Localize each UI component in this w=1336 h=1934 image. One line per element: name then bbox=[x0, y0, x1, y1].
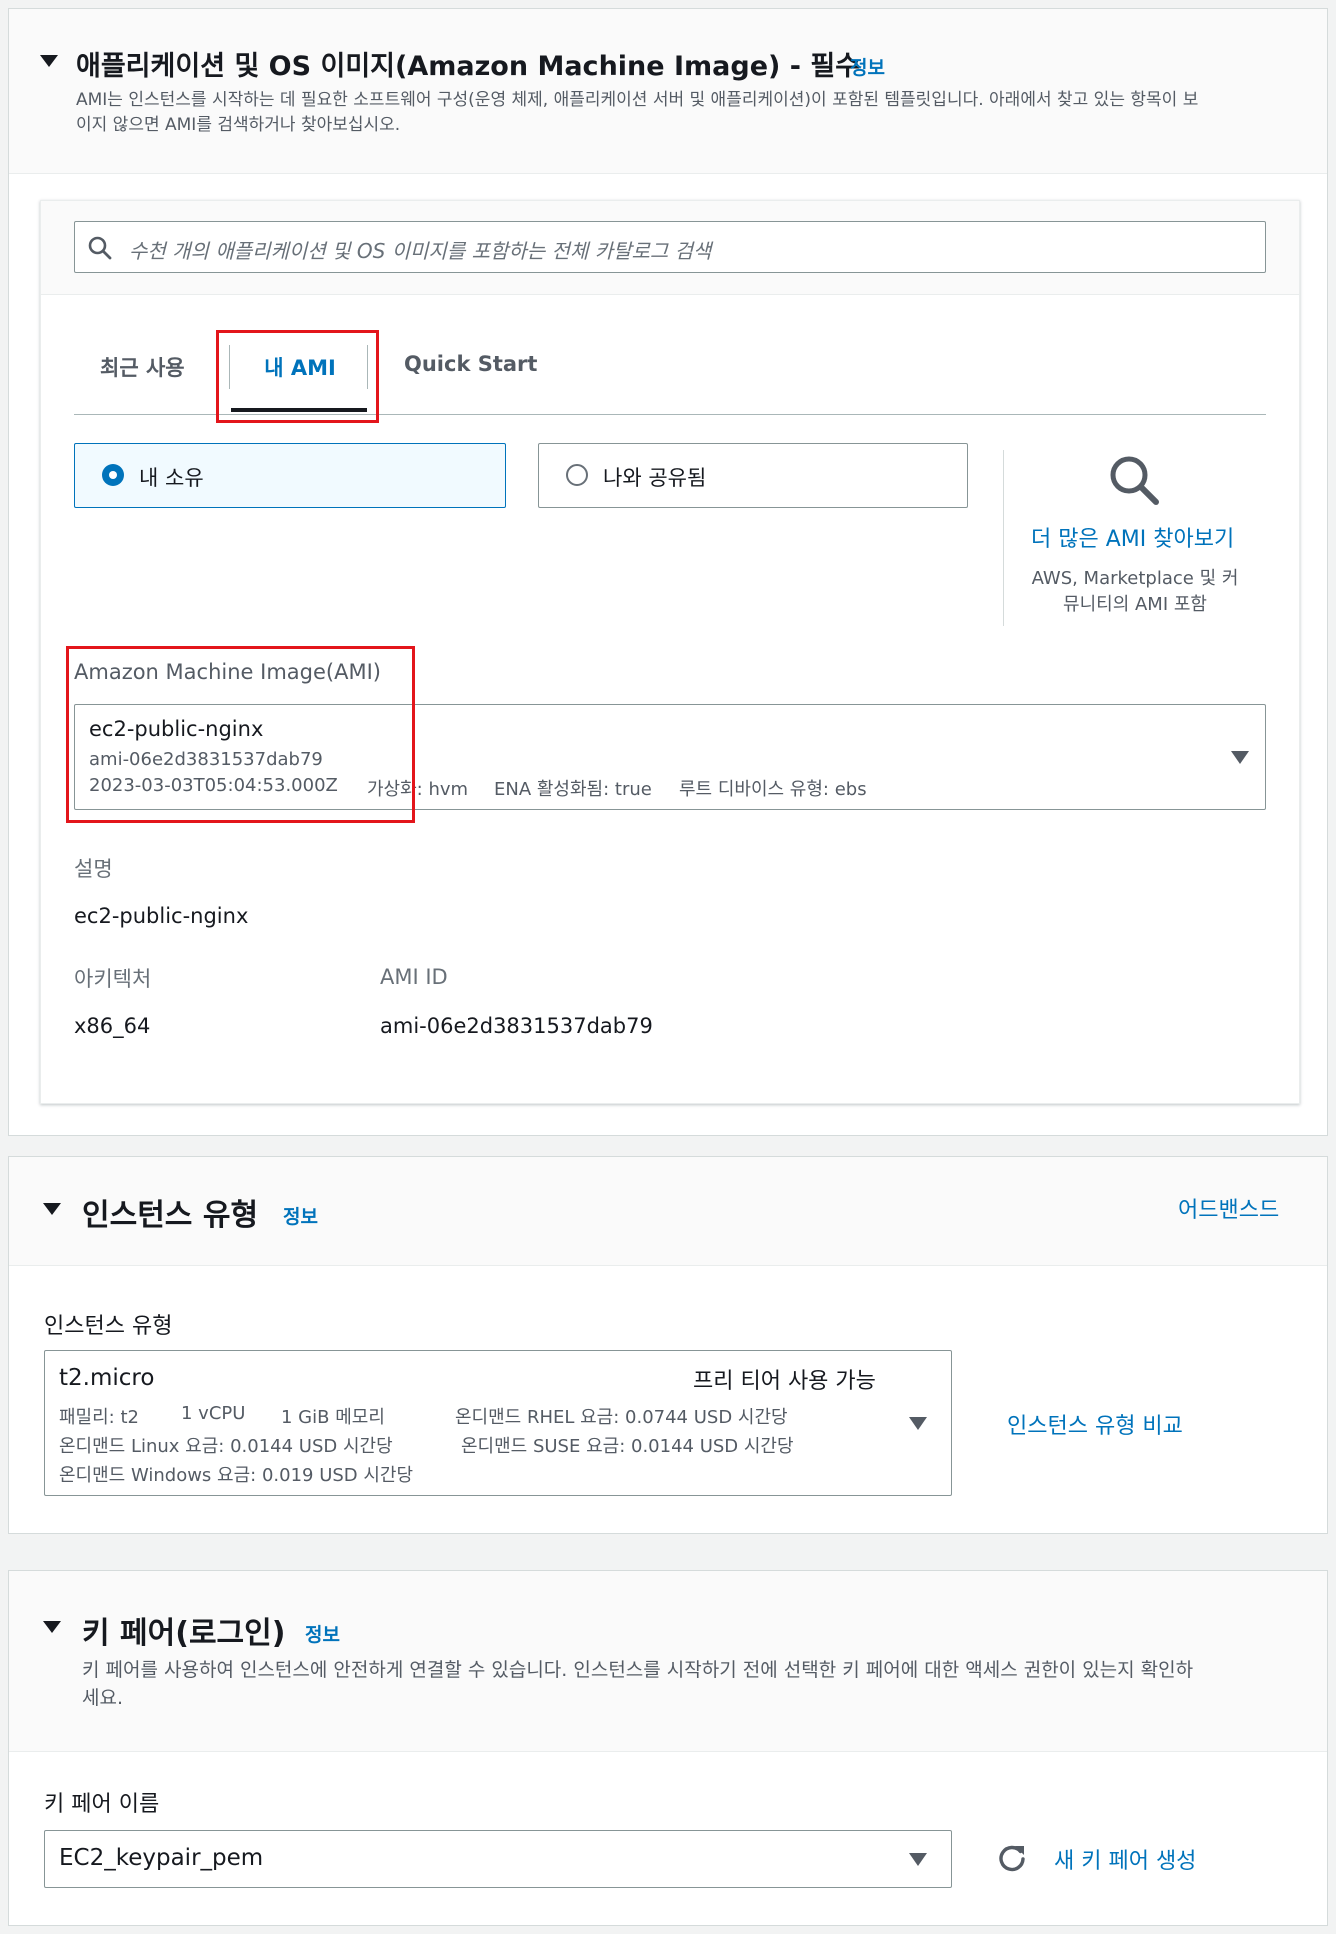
architecture-value: x86_64 bbox=[74, 1014, 151, 1038]
keypair-description-line-2: 세요. bbox=[82, 1687, 123, 1709]
radio-shared-unselected[interactable] bbox=[566, 464, 588, 486]
collapse-caret-icon[interactable] bbox=[40, 55, 58, 67]
ami-description-line-2: 이지 않으면 AMI를 검색하거나 찾아보십시오. bbox=[76, 115, 401, 135]
create-keypair-link[interactable]: 새 키 페어 생성 bbox=[1054, 1843, 1196, 1875]
browse-more-ami-link[interactable]: 더 많은 AMI 찾아보기 bbox=[1031, 521, 1234, 553]
magnifier-icon[interactable] bbox=[1106, 452, 1162, 508]
instance-suse-price: 온디맨드 SUSE 요금: 0.0144 USD 시간당 bbox=[461, 1436, 794, 1457]
browse-note: AWS, Marketplace 및 커 뮤니티의 AMI 포함 bbox=[1020, 566, 1250, 618]
ami-description: AMI는 인스턴스를 시작하는 데 필요한 소프트웨어 구성(운영 체제, 애플… bbox=[76, 88, 1306, 138]
collapse-caret-icon[interactable] bbox=[43, 1203, 61, 1215]
description-value: ec2-public-nginx bbox=[74, 904, 249, 928]
ami-id-value: ami-06e2d3831537dab79 bbox=[380, 1014, 653, 1038]
instance-vcpu: 1 vCPU bbox=[181, 1403, 246, 1424]
refresh-icon[interactable] bbox=[996, 1842, 1028, 1874]
keypair-select-caret-icon[interactable] bbox=[909, 1853, 927, 1866]
instance-windows-price: 온디맨드 Windows 요금: 0.019 USD 시간당 bbox=[59, 1465, 414, 1486]
instance-select-caret-icon[interactable] bbox=[909, 1417, 927, 1430]
keypair-selected-value: EC2_keypair_pem bbox=[59, 1845, 264, 1871]
radio-shared-label: 나와 공유됨 bbox=[603, 466, 707, 490]
ami-description-line-1: AMI는 인스턴스를 시작하는 데 필요한 소프트웨어 구성(운영 체제, 애플… bbox=[76, 90, 1199, 110]
browse-divider bbox=[1003, 450, 1004, 626]
highlight-box-tab bbox=[216, 330, 379, 423]
ami-id-label: AMI ID bbox=[380, 965, 448, 989]
keypair-description: 키 페어를 사용하여 인스턴스에 안전하게 연결할 수 있습니다. 인스턴스를 … bbox=[82, 1656, 1312, 1712]
tab-recent[interactable]: 최근 사용 bbox=[100, 352, 210, 382]
tab-quick-start-label: Quick Start bbox=[404, 352, 538, 376]
highlight-box-ami bbox=[66, 646, 415, 823]
browse-note-line-2: 뮤니티의 AMI 포함 bbox=[1063, 594, 1207, 615]
keypair-select[interactable]: EC2_keypair_pem bbox=[44, 1830, 952, 1888]
tab-recent-label: 최근 사용 bbox=[100, 356, 185, 380]
catalog-search-placeholder: 수천 개의 애플리케이션 및 OS 이미지를 포함하는 전체 카탈로그 검색 bbox=[129, 239, 712, 263]
instance-memory: 1 GiB 메모리 bbox=[281, 1407, 385, 1428]
catalog-search-input[interactable]: 수천 개의 애플리케이션 및 OS 이미지를 포함하는 전체 카탈로그 검색 bbox=[74, 221, 1266, 273]
instance-type-name: t2.micro bbox=[59, 1365, 155, 1391]
keypair-section-title: 키 페어(로그인) bbox=[82, 1616, 286, 1651]
ami-select-caret-icon[interactable] bbox=[1231, 751, 1249, 764]
ami-select-ena: ENA 활성화됨: true bbox=[494, 779, 652, 800]
search-icon bbox=[88, 236, 112, 260]
keypair-name-label: 키 페어 이름 bbox=[44, 1792, 160, 1817]
description-label: 설명 bbox=[74, 857, 113, 881]
ami-section-title: 애플리케이션 및 OS 이미지(Amazon Machine Image) - … bbox=[76, 51, 861, 82]
keypair-description-line-1: 키 페어를 사용하여 인스턴스에 안전하게 연결할 수 있습니다. 인스턴스를 … bbox=[82, 1659, 1194, 1681]
ami-info-link[interactable]: 정보 bbox=[850, 53, 885, 80]
browse-note-line-1: AWS, Marketplace 및 커 bbox=[1031, 568, 1239, 589]
keypair-info-link[interactable]: 정보 bbox=[305, 1620, 340, 1647]
instance-linux-price: 온디맨드 Linux 요금: 0.0144 USD 시간당 bbox=[59, 1436, 393, 1457]
radio-owned-selected[interactable] bbox=[102, 464, 124, 486]
instance-rhel-price: 온디맨드 RHEL 요금: 0.0744 USD 시간당 bbox=[455, 1407, 788, 1428]
instance-family: 패밀리: t2 bbox=[59, 1407, 139, 1428]
compare-instance-types-link[interactable]: 인스턴스 유형 비교 bbox=[1007, 1408, 1183, 1440]
tab-quick-start[interactable]: Quick Start bbox=[404, 352, 554, 382]
radio-tile-owned[interactable]: 내 소유 bbox=[74, 443, 506, 508]
free-tier-badge: 프리 티어 사용 가능 bbox=[693, 1369, 876, 1394]
collapse-caret-icon[interactable] bbox=[43, 1621, 61, 1633]
instance-type-select[interactable]: t2.micro 프리 티어 사용 가능 패밀리: t2 1 vCPU 1 Gi… bbox=[44, 1350, 952, 1496]
instance-section-title: 인스턴스 유형 bbox=[82, 1198, 259, 1233]
instance-type-label: 인스턴스 유형 bbox=[44, 1314, 173, 1339]
ami-select-root-device: 루트 디바이스 유형: ebs bbox=[679, 779, 867, 800]
instance-info-link[interactable]: 정보 bbox=[283, 1202, 318, 1229]
advanced-link[interactable]: 어드밴스드 bbox=[1178, 1192, 1279, 1224]
architecture-label: 아키텍처 bbox=[74, 967, 152, 991]
radio-owned-label: 내 소유 bbox=[139, 466, 204, 490]
radio-tile-shared[interactable]: 나와 공유됨 bbox=[538, 443, 968, 508]
